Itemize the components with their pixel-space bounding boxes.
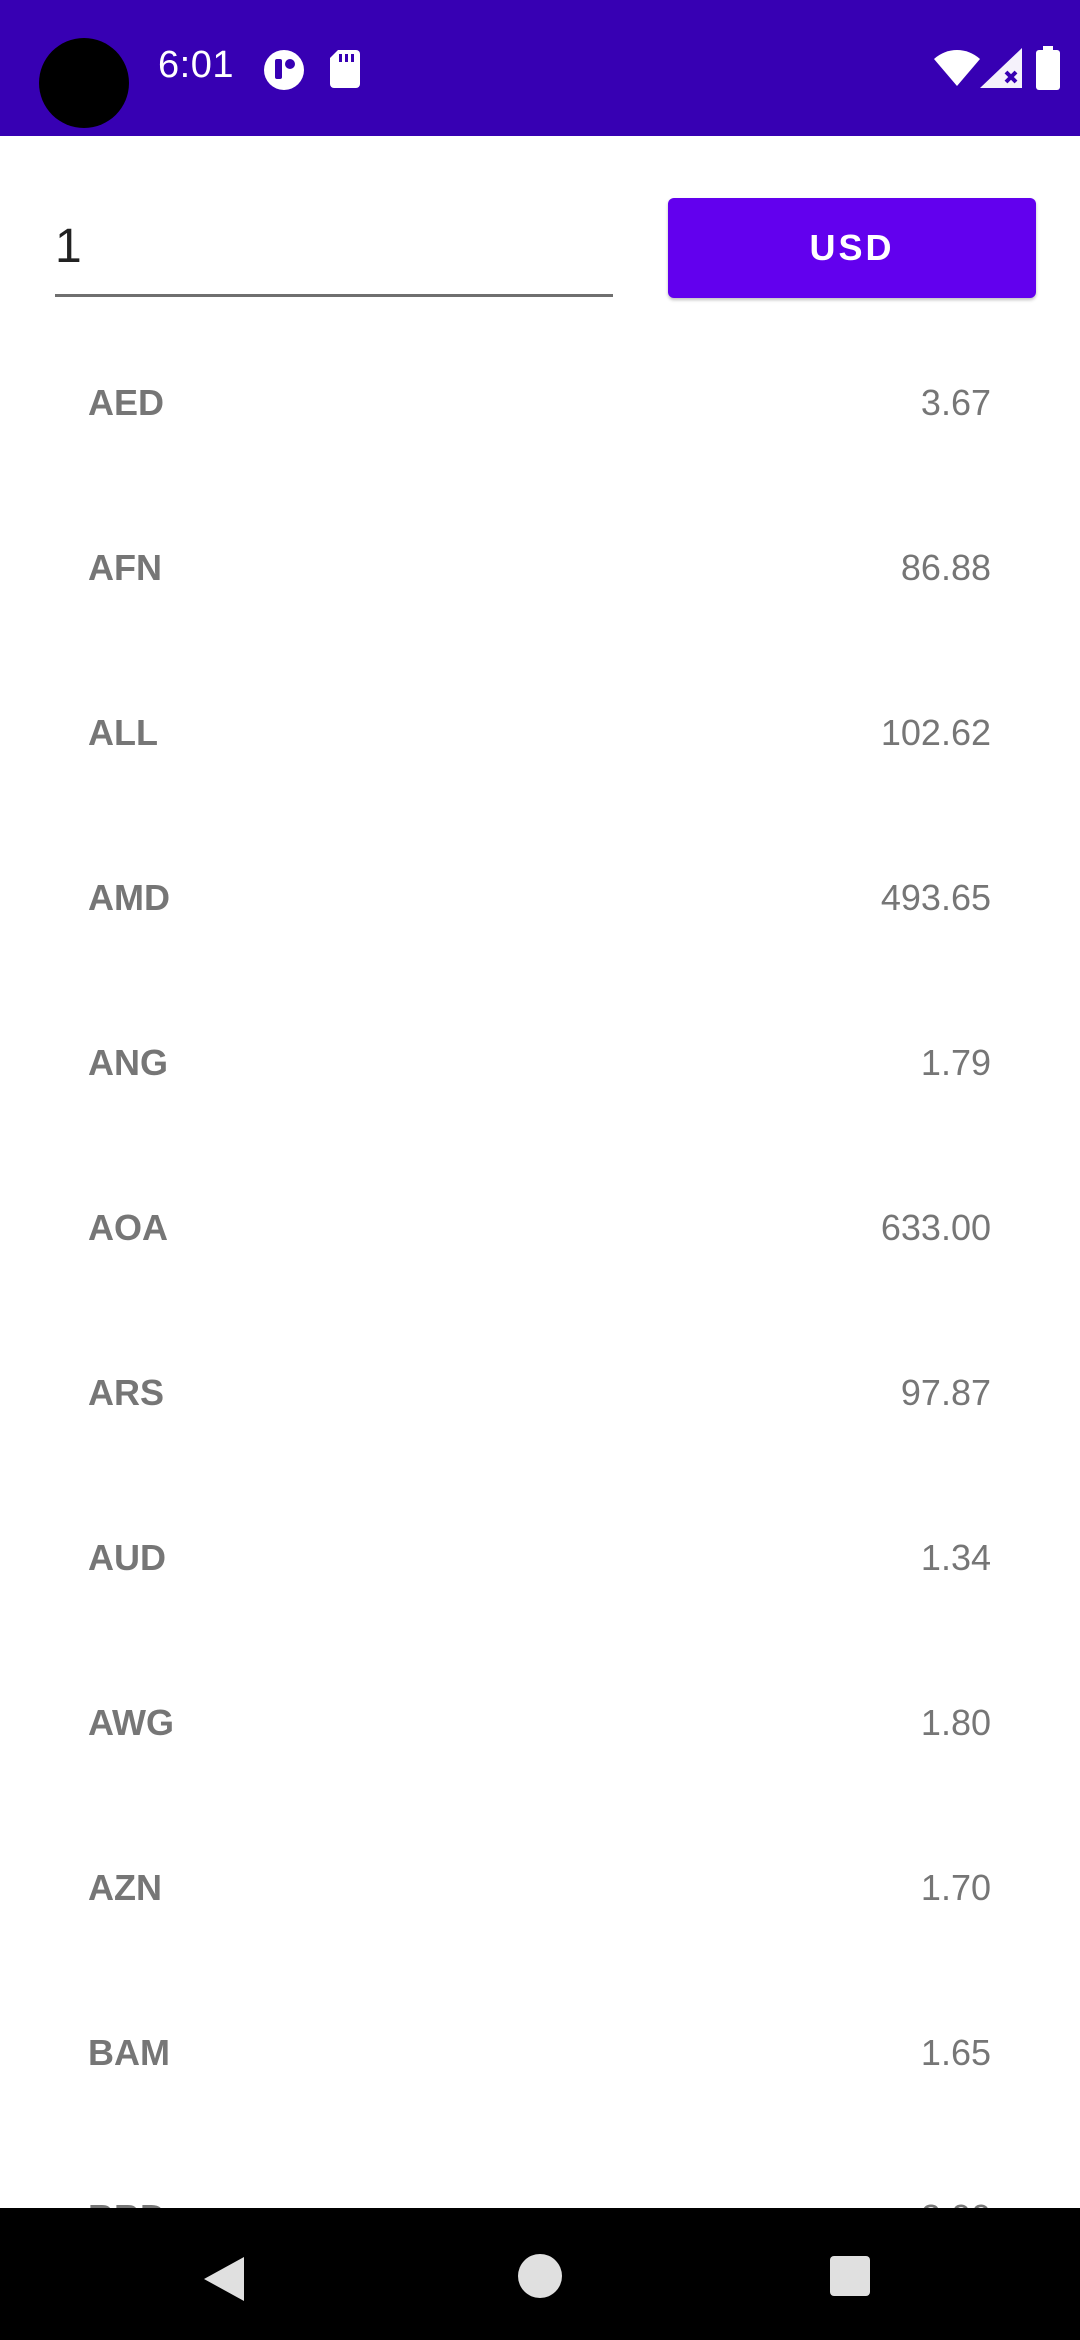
rate-row[interactable]: AOA 633.00 [0,1163,1080,1328]
back-icon[interactable] [200,2254,250,2304]
rate-row[interactable]: ALL 102.62 [0,668,1080,833]
rate-code: ANG [88,1042,168,1083]
rate-row[interactable]: BBD 2.00 [0,2153,1080,2208]
rate-row[interactable]: BAM 1.65 [0,1988,1080,2153]
rate-row[interactable]: AFN 86.88 [0,503,1080,668]
rate-code: AOA [88,1207,168,1248]
rate-value: 86.88 [900,547,991,588]
rate-row[interactable]: AZN 1.70 [0,1823,1080,1988]
camera-cutout [39,38,129,128]
rate-row[interactable]: ANG 1.79 [0,998,1080,1163]
rate-value: 1.34 [920,1537,991,1578]
rate-value: 97.87 [900,1372,991,1413]
rate-code: AZN [88,1867,162,1908]
wifi-icon [934,50,980,86]
rate-row[interactable]: AMD 493.65 [0,833,1080,998]
signal-icon [980,48,1022,88]
rate-value: 2.00 [921,2197,991,2208]
currency-select-button[interactable]: USD [668,198,1036,298]
rate-code: BAM [88,2032,170,2073]
recents-icon[interactable] [830,2256,870,2296]
amount-input[interactable]: 1 [55,205,613,297]
rate-code: AWG [88,1702,174,1743]
rate-row[interactable]: AUD 1.34 [0,1493,1080,1658]
rate-value: 493.65 [880,877,991,918]
rate-code: AMD [88,877,170,918]
screen: 6:01 1 USD AED 3.67 AFN 86.88 ALL 102.62… [0,0,1080,2340]
rate-value: 1.70 [920,1867,991,1908]
notification-icon [264,50,304,90]
rate-row[interactable]: AWG 1.80 [0,1658,1080,1823]
rate-code: BBD [88,2197,166,2208]
rate-code: AFN [88,547,162,588]
amount-value: 1 [55,220,82,273]
rate-row[interactable]: AED 3.67 [0,338,1080,503]
rate-code: ALL [88,712,158,753]
home-icon[interactable] [518,2254,562,2298]
rate-value: 3.67 [920,382,991,423]
sd-card-icon [330,50,360,88]
battery-icon [1036,46,1060,90]
rates-list[interactable]: AED 3.67 AFN 86.88 ALL 102.62 AMD 493.65… [0,338,1080,2208]
rate-code: ARS [88,1372,165,1413]
rate-code: AED [88,382,165,423]
rate-value: 102.62 [880,712,991,753]
status-time: 6:01 [158,44,234,86]
navigation-bar [0,2208,1080,2340]
rate-value: 633.00 [880,1207,991,1248]
rate-value: 1.80 [920,1702,991,1743]
status-bar: 6:01 [0,0,1080,136]
rate-value: 1.65 [920,2032,991,2073]
rate-value: 1.79 [920,1042,991,1083]
rate-row[interactable]: ARS 97.87 [0,1328,1080,1493]
rate-code: AUD [88,1537,166,1578]
